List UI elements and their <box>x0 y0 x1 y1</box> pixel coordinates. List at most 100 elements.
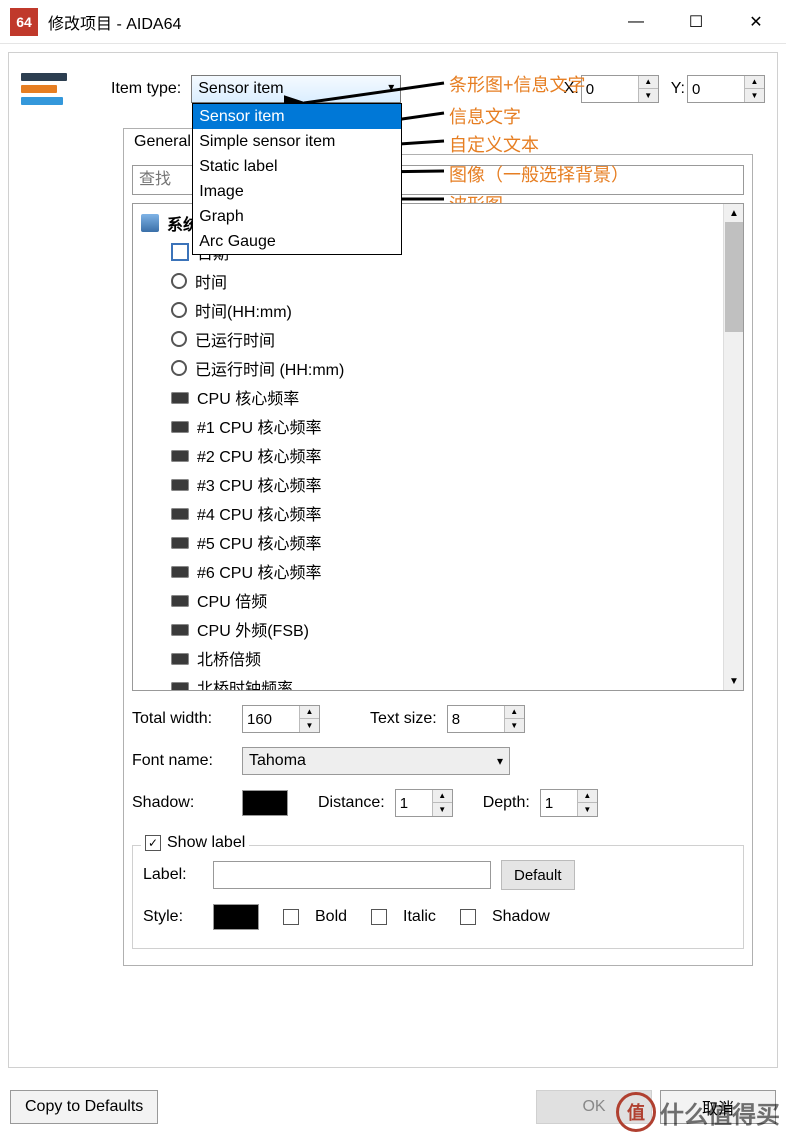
tree-item[interactable]: #3 CPU 核心频率 <box>135 469 741 498</box>
distance-input[interactable] <box>396 790 432 816</box>
sensor-tree: 系统 日期时间时间(HH:mm)已运行时间已运行时间 (HH:mm)CPU 核心… <box>132 203 744 691</box>
style-label: Style: <box>143 908 203 926</box>
chevron-down-icon: ▾ <box>497 754 503 768</box>
tree-item-label: #6 CPU 核心频率 <box>197 559 321 583</box>
tw-dn[interactable]: ▼ <box>300 719 319 732</box>
depth-label: Depth: <box>483 794 530 812</box>
window-title: 修改项目 - AIDA64 <box>48 10 606 34</box>
x-spin-down[interactable]: ▼ <box>639 89 658 102</box>
tree-item[interactable]: 北桥时钟频率 <box>135 672 741 691</box>
tree-item[interactable]: #2 CPU 核心频率 <box>135 440 741 469</box>
shadow-checkbox[interactable] <box>460 909 476 925</box>
scroll-down[interactable]: ▼ <box>725 672 743 690</box>
text-size-input[interactable] <box>448 706 504 732</box>
x-input[interactable] <box>582 76 638 102</box>
ts-up[interactable]: ▲ <box>505 706 524 719</box>
dialog-panel: Item type: Sensor item ▾ Sensor item Sim… <box>8 52 778 1068</box>
x-spinner[interactable]: ▲▼ <box>581 75 659 103</box>
copy-to-defaults-button[interactable]: Copy to Defaults <box>10 1090 158 1124</box>
tree-item-label: 已运行时间 (HH:mm) <box>195 356 344 380</box>
tree-item-label: #5 CPU 核心频率 <box>197 530 321 554</box>
ts-dn[interactable]: ▼ <box>505 719 524 732</box>
item-type-combo-value: Sensor item <box>198 80 283 98</box>
dep-up[interactable]: ▲ <box>578 790 597 803</box>
depth-input[interactable] <box>541 790 577 816</box>
chip-icon <box>171 479 189 491</box>
y-spinner[interactable]: ▲▼ <box>687 75 765 103</box>
tree-item-label: 北桥时钟频率 <box>197 675 293 692</box>
italic-checkbox[interactable] <box>371 909 387 925</box>
tree-item-label: CPU 倍频 <box>197 588 267 612</box>
dist-dn[interactable]: ▼ <box>433 803 452 816</box>
bold-label: Bold <box>315 908 347 926</box>
scroll-thumb[interactable] <box>725 222 743 332</box>
maximize-button[interactable]: ☐ <box>666 0 726 43</box>
default-button[interactable]: Default <box>501 860 575 890</box>
tree-item[interactable]: #5 CPU 核心频率 <box>135 527 741 556</box>
tree-item-label: 已运行时间 <box>195 327 275 351</box>
chip-icon <box>171 624 189 636</box>
bold-checkbox[interactable] <box>283 909 299 925</box>
tree-scrollbar[interactable]: ▲ ▼ <box>723 204 743 690</box>
app-icon: 64 <box>10 8 38 36</box>
total-width-spinner[interactable]: ▲▼ <box>242 705 320 733</box>
tree-item-label: #4 CPU 核心频率 <box>197 501 321 525</box>
tree-item-label: 北桥倍频 <box>197 646 261 670</box>
tree-item-label: CPU 外频(FSB) <box>197 617 309 641</box>
distance-spinner[interactable]: ▲▼ <box>395 789 453 817</box>
tree-item-label: #2 CPU 核心频率 <box>197 443 321 467</box>
dropdown-opt-image[interactable]: Image <box>193 179 401 204</box>
tree-item[interactable]: CPU 外频(FSB) <box>135 614 741 643</box>
chip-icon <box>171 682 189 691</box>
y-input[interactable] <box>688 76 744 102</box>
chip-icon <box>171 566 189 578</box>
tw-up[interactable]: ▲ <box>300 706 319 719</box>
tree-item[interactable]: #1 CPU 核心频率 <box>135 411 741 440</box>
y-spin-down[interactable]: ▼ <box>745 89 764 102</box>
italic-label: Italic <box>403 908 436 926</box>
style-color[interactable] <box>213 904 259 930</box>
chip-icon <box>171 508 189 520</box>
sensor-bars-icon <box>21 71 71 107</box>
item-type-combo[interactable]: Sensor item ▾ Sensor item Simple sensor … <box>191 75 401 103</box>
tree-item[interactable]: 已运行时间 (HH:mm) <box>135 353 741 382</box>
y-spin-up[interactable]: ▲ <box>745 76 764 89</box>
clock-icon <box>171 273 187 289</box>
tree-item-label: CPU 核心频率 <box>197 385 299 409</box>
cal-icon <box>171 243 189 261</box>
dropdown-opt-sensor-item[interactable]: Sensor item <box>193 104 401 129</box>
tree-item-label: 时间(HH:mm) <box>195 298 292 322</box>
tree-item[interactable]: CPU 倍频 <box>135 585 741 614</box>
tree-item[interactable]: #6 CPU 核心频率 <box>135 556 741 585</box>
tree-item[interactable]: 时间(HH:mm) <box>135 295 741 324</box>
tree-item[interactable]: 北桥倍频 <box>135 643 741 672</box>
text-size-spinner[interactable]: ▲▼ <box>447 705 525 733</box>
chip-icon <box>171 653 189 665</box>
item-type-dropdown: Sensor item Simple sensor item Static la… <box>192 103 402 255</box>
tree-item[interactable]: 已运行时间 <box>135 324 741 353</box>
minimize-button[interactable]: — <box>606 0 666 43</box>
dropdown-opt-graph[interactable]: Graph <box>193 204 401 229</box>
chip-icon <box>171 392 189 404</box>
font-name-select[interactable]: Tahoma ▾ <box>242 747 510 775</box>
dep-dn[interactable]: ▼ <box>578 803 597 816</box>
tree-item[interactable]: 时间 <box>135 266 741 295</box>
clock-icon <box>171 360 187 376</box>
scroll-up[interactable]: ▲ <box>725 204 743 222</box>
dist-up[interactable]: ▲ <box>433 790 452 803</box>
tree-item[interactable]: #4 CPU 核心频率 <box>135 498 741 527</box>
titlebar: 64 修改项目 - AIDA64 — ☐ ✕ <box>0 0 786 44</box>
dropdown-opt-static-label[interactable]: Static label <box>193 154 401 179</box>
total-width-input[interactable] <box>243 706 299 732</box>
show-label-checkbox[interactable]: ✓ Show label <box>141 834 249 852</box>
dropdown-opt-simple-sensor[interactable]: Simple sensor item <box>193 129 401 154</box>
label-input[interactable] <box>213 861 491 889</box>
tab-body: 系统 日期时间时间(HH:mm)已运行时间已运行时间 (HH:mm)CPU 核心… <box>123 154 753 966</box>
close-button[interactable]: ✕ <box>726 0 786 43</box>
shadow-style-label: Shadow <box>492 908 550 926</box>
tree-item[interactable]: CPU 核心频率 <box>135 382 741 411</box>
dropdown-opt-arc-gauge[interactable]: Arc Gauge <box>193 229 401 254</box>
depth-spinner[interactable]: ▲▼ <box>540 789 598 817</box>
x-spin-up[interactable]: ▲ <box>639 76 658 89</box>
shadow-color[interactable] <box>242 790 288 816</box>
